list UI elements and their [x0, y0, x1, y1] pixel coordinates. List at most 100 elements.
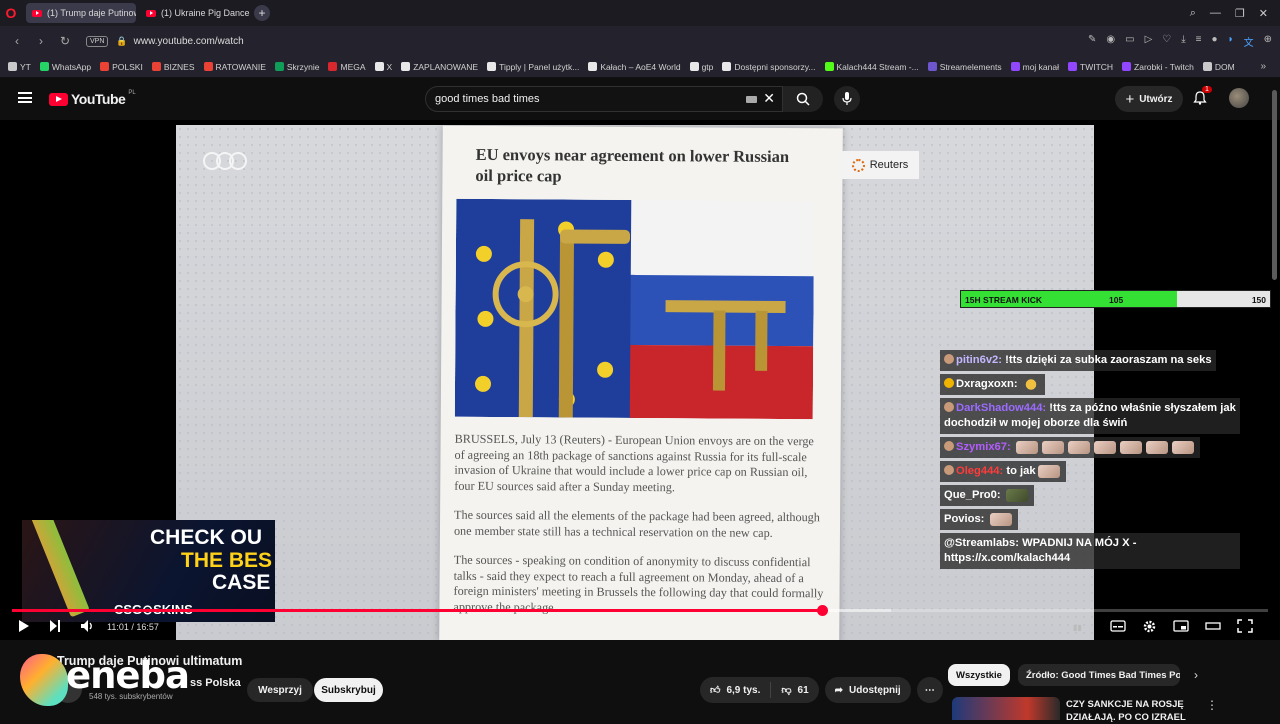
flow-icon[interactable]: ▷	[1145, 34, 1153, 49]
channel-rings-logo-icon	[203, 152, 247, 170]
video-actions: 👍︎ 6,9 tys. 👎︎ 61 ➦ Udostępnij ⋯	[700, 677, 943, 703]
fullscreen-icon[interactable]	[1237, 619, 1253, 633]
theater-mode-icon[interactable]	[1205, 619, 1221, 633]
youtube-logo[interactable]: YouTube PL	[49, 90, 136, 107]
browser-tab-active[interactable]: (1) Trump daje Putinowi u	[26, 3, 136, 23]
chat-username: Szymix67:	[956, 441, 1011, 453]
bookmark-item[interactable]: TWITCH	[1068, 62, 1113, 72]
bookmark-item[interactable]: Kałach – AoE4 World	[588, 62, 681, 72]
bookmark-item[interactable]: Tipply | Panel użytk...	[487, 62, 579, 72]
streamelements-icon	[927, 62, 937, 71]
keyboard-icon[interactable]	[746, 96, 757, 103]
article-paragraph: The sources - speaking on condition of a…	[453, 552, 824, 614]
share-button[interactable]: ➦ Udostępnij	[824, 677, 911, 703]
page-scrollbar[interactable]	[1272, 90, 1277, 280]
support-button[interactable]: Wesprzyj	[247, 678, 313, 702]
clear-search-icon[interactable]: ✕	[763, 90, 775, 107]
chat-badge-icon	[944, 441, 954, 451]
tipply-icon	[487, 62, 497, 71]
aria-icon[interactable]: ◗	[1228, 34, 1234, 49]
restore-icon[interactable]: ❐	[1235, 7, 1245, 20]
bookmark-item[interactable]: POLSKI	[100, 62, 143, 72]
lock-icon[interactable]: 🔒	[116, 36, 127, 47]
recommendation-title[interactable]: CZY SANKCJE NA ROSJĘ DZIAŁAJĄ. PO CO IZR…	[1066, 698, 1196, 724]
bookmark-item[interactable]: Dostępni sponsorzy...	[722, 62, 816, 72]
back-button[interactable]: ‹	[8, 34, 26, 48]
bookmark-item[interactable]: YT	[8, 62, 31, 72]
bookmark-label: Tipply | Panel użytk...	[499, 61, 580, 72]
miniplayer-icon[interactable]	[1173, 619, 1189, 633]
dislike-button[interactable]: 👎︎ 61	[771, 677, 818, 703]
bookmark-item[interactable]: X	[374, 62, 392, 72]
search-query: good times bad times	[435, 93, 540, 105]
chip-all[interactable]: Wszystkie	[948, 664, 1010, 686]
video-info-section: Trump daje Putinowi ultimatum ss Polska …	[0, 640, 1280, 723]
bookmark-item[interactable]: BIZNES	[151, 62, 195, 72]
menu-icon[interactable]: ≡	[1196, 34, 1202, 49]
video-player[interactable]: EU envoys near agreement on lower Russia…	[0, 120, 1280, 640]
bookmark-item[interactable]: Kalach444 Stream -...	[824, 62, 919, 72]
opera-logo-icon[interactable]: O	[0, 0, 22, 26]
chat-message: @Streamlabs: WPADNIJ NA MÓJ X - https://…	[940, 533, 1240, 569]
create-button[interactable]: + Utwórz	[1115, 86, 1183, 112]
chat-username: pitin6v2:	[956, 354, 1003, 366]
search-tabs-icon[interactable]: ⌕	[1190, 7, 1196, 20]
more-vert-icon[interactable]: ⋮	[1206, 698, 1218, 712]
avatar[interactable]	[1229, 88, 1249, 108]
bookmark-label: DOM	[1214, 61, 1235, 72]
bookmark-item[interactable]: Streamelements	[927, 62, 1002, 72]
bookmark-item[interactable]: RATOWANIE	[203, 62, 266, 72]
pause-toggle-icon[interactable]: ▮▮	[1073, 623, 1082, 632]
volume-icon[interactable]	[80, 619, 94, 633]
new-tab-button[interactable]: +	[254, 5, 270, 21]
camera-icon[interactable]: ◉	[1106, 34, 1115, 49]
chat-badge-icon	[944, 354, 954, 364]
settings-gear-icon[interactable]	[1142, 619, 1157, 634]
bookmark-add-icon[interactable]: ⊕	[1264, 34, 1272, 49]
heart-icon[interactable]: ♡	[1162, 34, 1171, 49]
bookmarks-overflow-icon[interactable]: »	[1260, 61, 1266, 72]
like-button[interactable]: 👍︎ 6,9 tys.	[700, 677, 770, 703]
translate-icon[interactable]: 文	[1244, 34, 1254, 49]
notifications-bell-icon[interactable]	[1193, 91, 1207, 105]
edit-icon[interactable]: ✎	[1088, 34, 1096, 49]
bookmark-item[interactable]: DOM	[1202, 61, 1235, 72]
bookmark-item[interactable]: WhatsApp	[39, 62, 91, 72]
search-input[interactable]: good times bad times ✕	[425, 86, 783, 112]
bookmark-item[interactable]: ZAPLANOWANE	[401, 62, 478, 72]
chip-source[interactable]: Źródło: Good Times Bad Times Polska	[1017, 664, 1180, 686]
eneba-logo-icon	[20, 654, 68, 706]
profile-icon[interactable]: ●	[1212, 34, 1218, 49]
browser-tab[interactable]: (1) Ukraine Pig Dance (Co	[140, 3, 250, 23]
progress-bar[interactable]	[12, 605, 1268, 616]
play-icon[interactable]	[18, 619, 30, 633]
bookmark-item[interactable]: moj kanał	[1010, 62, 1059, 72]
url-field[interactable]: www.youtube.com/watch	[134, 36, 244, 47]
subscribe-button[interactable]: Subskrybuj	[314, 678, 383, 702]
chevron-right-icon[interactable]: ›	[1194, 668, 1198, 682]
recommendation-thumbnail[interactable]	[952, 697, 1060, 720]
bookmark-item[interactable]: gtp	[689, 62, 713, 72]
dislike-count: 61	[797, 684, 809, 696]
forward-button[interactable]: ›	[32, 34, 50, 48]
more-actions-button[interactable]: ⋯	[916, 677, 943, 703]
csg-skins-ad[interactable]: CHECK OU THE BES CASE CSG⊙SKINS	[22, 520, 275, 622]
reload-button[interactable]: ↻	[56, 34, 74, 48]
vpn-badge[interactable]: VPN	[86, 35, 109, 47]
bookmark-item[interactable]: MEGA	[328, 62, 366, 72]
pip-icon[interactable]: ▭	[1125, 34, 1134, 49]
doc-icon	[722, 62, 732, 71]
next-icon[interactable]	[49, 619, 61, 633]
close-icon[interactable]: ✕	[1259, 7, 1268, 20]
bookmark-item[interactable]: Zarobki - Twitch	[1122, 62, 1194, 72]
minimize-icon[interactable]: —	[1210, 7, 1221, 20]
subtitles-icon[interactable]	[1110, 619, 1126, 633]
bookmark-item[interactable]: Skrzynie	[274, 62, 319, 72]
youtube-favicon-icon	[146, 9, 156, 17]
voice-search-button[interactable]	[834, 86, 860, 112]
search-button[interactable]	[783, 86, 823, 112]
chat-emote-icon	[1037, 464, 1060, 478]
bookmark-label: Zarobki - Twitch	[1134, 61, 1194, 72]
download-icon[interactable]: ⤓	[1181, 34, 1185, 49]
hamburger-menu-icon[interactable]	[18, 92, 32, 103]
